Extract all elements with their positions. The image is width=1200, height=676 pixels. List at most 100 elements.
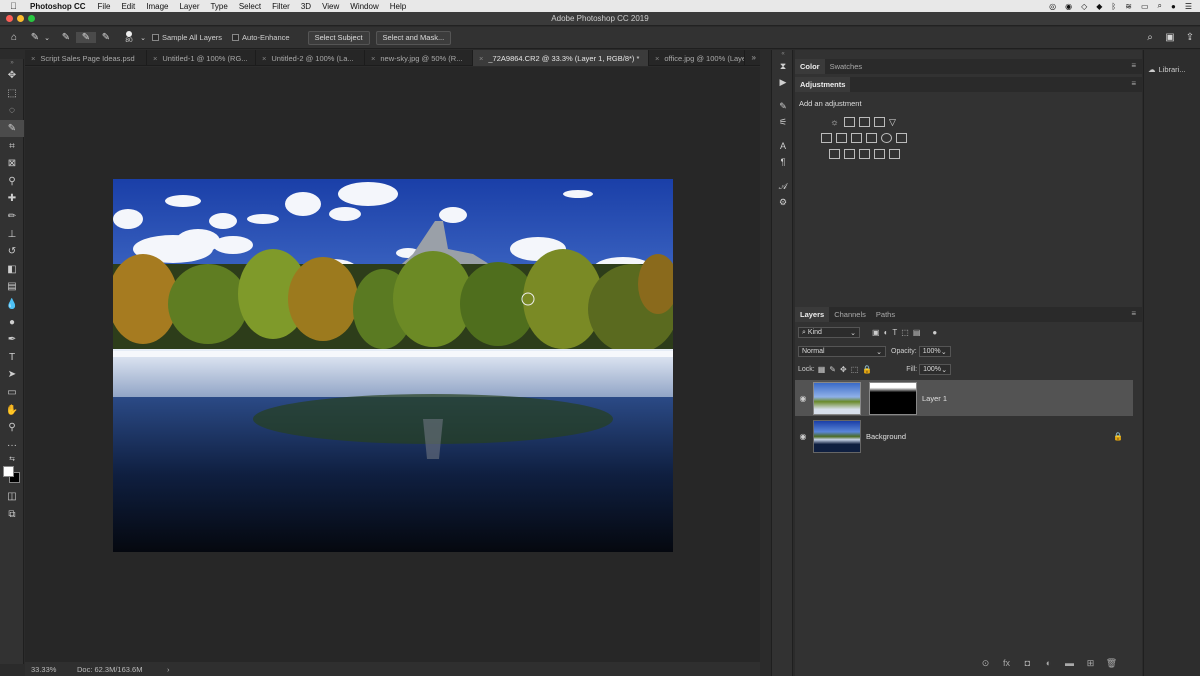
filter-toggle-icon[interactable]: ●	[932, 328, 937, 337]
black-white-icon[interactable]	[851, 133, 862, 143]
tab-office[interactable]: × office.jpg @ 100% (Laye...	[649, 50, 745, 66]
status-menu-arrow[interactable]: ›	[167, 665, 170, 674]
search-icon[interactable]: ⌕	[1158, 1, 1162, 11]
menu-window[interactable]: Window	[350, 2, 378, 11]
chevron-down-icon[interactable]: ⌄	[42, 34, 52, 42]
tab-72a9864[interactable]: × _72A9864.CR2 @ 33.3% (Layer 1, RGB/8*) …	[473, 50, 649, 66]
wifi-icon[interactable]: ≋	[1125, 2, 1132, 11]
quick-mask-icon[interactable]: ◫	[0, 488, 24, 506]
battery-icon[interactable]: ▭	[1141, 2, 1149, 11]
select-and-mask-button[interactable]: Select and Mask...	[375, 30, 452, 45]
filter-kind-select[interactable]: ⌕ Kind ⌄	[798, 327, 860, 338]
libraries-button[interactable]: ☁ Librari...	[1148, 65, 1186, 74]
vibrance-icon[interactable]: ▽	[889, 117, 900, 127]
tab-swatches[interactable]: Swatches	[825, 59, 868, 74]
move-tool-icon[interactable]: ✥	[0, 67, 24, 85]
gradient-map-icon[interactable]	[889, 149, 900, 159]
layer-style-icon[interactable]: fx	[996, 658, 1017, 669]
default-colors-icon[interactable]: ⇆	[0, 454, 24, 464]
panel-menu-icon[interactable]: ≡	[1131, 309, 1136, 318]
tab-channels[interactable]: Channels	[829, 307, 871, 322]
landscape-photo[interactable]	[113, 179, 673, 552]
menu-select[interactable]: Select	[239, 2, 261, 11]
sample-all-layers-checkbox[interactable]: Sample All Layers	[152, 33, 222, 42]
messages-icon[interactable]: ◉	[1065, 2, 1072, 11]
tab-script-sales-page[interactable]: × Script Sales Page Ideas.psd	[25, 50, 147, 66]
curves-icon[interactable]	[859, 117, 870, 127]
channel-mixer-icon[interactable]	[881, 133, 892, 143]
menu-view[interactable]: View	[322, 2, 339, 11]
tab-untitled-2[interactable]: × Untitled-2 @ 100% (La...	[256, 50, 365, 66]
zoom-tool-icon[interactable]: ⚲	[0, 419, 24, 437]
properties-panel-icon[interactable]: ⚟	[772, 114, 794, 130]
crop-tool-icon[interactable]: ⌗	[0, 137, 24, 155]
filter-smart-object-icon[interactable]: ▤	[913, 328, 921, 337]
threshold-icon[interactable]	[859, 149, 870, 159]
brush-size-picker[interactable]: 80	[120, 31, 138, 44]
bluetooth-icon[interactable]: ᛒ	[1111, 2, 1116, 11]
lock-transparent-icon[interactable]: ▦	[818, 365, 826, 374]
visibility-eye-icon[interactable]: ◉	[795, 394, 811, 403]
invert-icon[interactable]	[829, 149, 840, 159]
tab-paths[interactable]: Paths	[871, 307, 900, 322]
close-tab-icon[interactable]: ×	[479, 54, 483, 63]
close-tab-icon[interactable]: ×	[371, 54, 375, 63]
quick-selection-preset-icon[interactable]: ✎	[28, 32, 42, 43]
layer-name[interactable]: Background	[866, 432, 906, 441]
evernote-icon[interactable]: ◆	[1096, 2, 1102, 11]
search-icon[interactable]: ⌕	[1140, 32, 1160, 43]
character-panel-icon[interactable]: A	[772, 138, 794, 154]
tab-new-sky[interactable]: × new-sky.jpg @ 50% (R...	[365, 50, 473, 66]
lasso-tool-icon[interactable]: ◌	[0, 102, 24, 120]
home-icon[interactable]: ⌂	[0, 32, 28, 43]
lock-artboard-icon[interactable]: ⬚	[851, 365, 859, 374]
workspace-icon[interactable]: ▣	[1160, 32, 1180, 43]
actions-panel-icon[interactable]: ▶	[772, 74, 794, 90]
more-tools-icon[interactable]: ···	[0, 436, 24, 454]
brush-settings-icon[interactable]: ✎	[772, 98, 794, 114]
delete-layer-icon[interactable]: 🗑	[1101, 658, 1122, 669]
creative-cloud-icon[interactable]: ◎	[1049, 2, 1056, 11]
gradient-tool-icon[interactable]: ▤	[0, 278, 24, 296]
menu-help[interactable]: Help	[390, 2, 406, 11]
checkbox-box[interactable]	[152, 34, 159, 41]
history-panel-icon[interactable]: ⧗	[772, 58, 794, 74]
new-group-icon[interactable]: ▬	[1059, 658, 1080, 669]
quick-selection-tool-icon[interactable]: ✎	[0, 119, 24, 138]
eraser-tool-icon[interactable]: ◧	[0, 261, 24, 279]
auto-enhance-checkbox[interactable]: Auto-Enhance	[232, 33, 290, 42]
healing-brush-tool-icon[interactable]: ✚	[0, 190, 24, 208]
learn-panel-icon[interactable]: ⚙	[772, 194, 794, 210]
close-tab-icon[interactable]: ×	[262, 54, 266, 63]
tab-adjustments[interactable]: Adjustments	[795, 77, 851, 92]
opacity-field[interactable]: 100% ⌄	[918, 346, 951, 357]
color-balance-icon[interactable]	[836, 133, 847, 143]
layer-name[interactable]: Layer 1	[922, 394, 947, 403]
zoom-level[interactable]: 33.33%	[31, 665, 77, 674]
foreground-color-swatch[interactable]	[3, 466, 14, 478]
layer-thumbnail[interactable]	[813, 381, 861, 415]
share-icon[interactable]: ⇪	[1180, 32, 1200, 43]
checkbox-box[interactable]	[232, 34, 240, 41]
tab-color[interactable]: Color	[795, 59, 825, 74]
screen-mode-icon[interactable]: ⧉	[0, 506, 24, 524]
new-layer-icon[interactable]: ⊞	[1080, 658, 1101, 669]
menu-image[interactable]: Image	[146, 2, 168, 11]
color-lookup-icon[interactable]	[896, 133, 907, 143]
frame-tool-icon[interactable]: ⊠	[0, 155, 24, 173]
fill-field[interactable]: 100% ⌄	[919, 364, 952, 375]
app-menu[interactable]: Photoshop CC	[30, 2, 86, 11]
photo-filter-icon[interactable]	[866, 133, 877, 143]
rectangle-tool-icon[interactable]: ▭	[0, 384, 24, 402]
blur-tool-icon[interactable]: 💧	[0, 296, 24, 314]
glyphs-panel-icon[interactable]: 𝒜	[772, 178, 794, 194]
menu-layer[interactable]: Layer	[179, 2, 199, 11]
lock-position-icon[interactable]: ✥	[840, 365, 847, 374]
tab-layers[interactable]: Layers	[795, 307, 830, 322]
filter-pixel-icon[interactable]: ▣	[872, 328, 880, 337]
lock-all-icon[interactable]: 🔒	[862, 365, 872, 374]
brightness-contrast-icon[interactable]: ☼	[829, 117, 840, 127]
siri-icon[interactable]: ●	[1171, 2, 1176, 11]
new-selection-icon[interactable]: ✎	[56, 32, 76, 43]
layer-row-layer-1[interactable]: ◉ Layer 1	[795, 380, 1133, 416]
